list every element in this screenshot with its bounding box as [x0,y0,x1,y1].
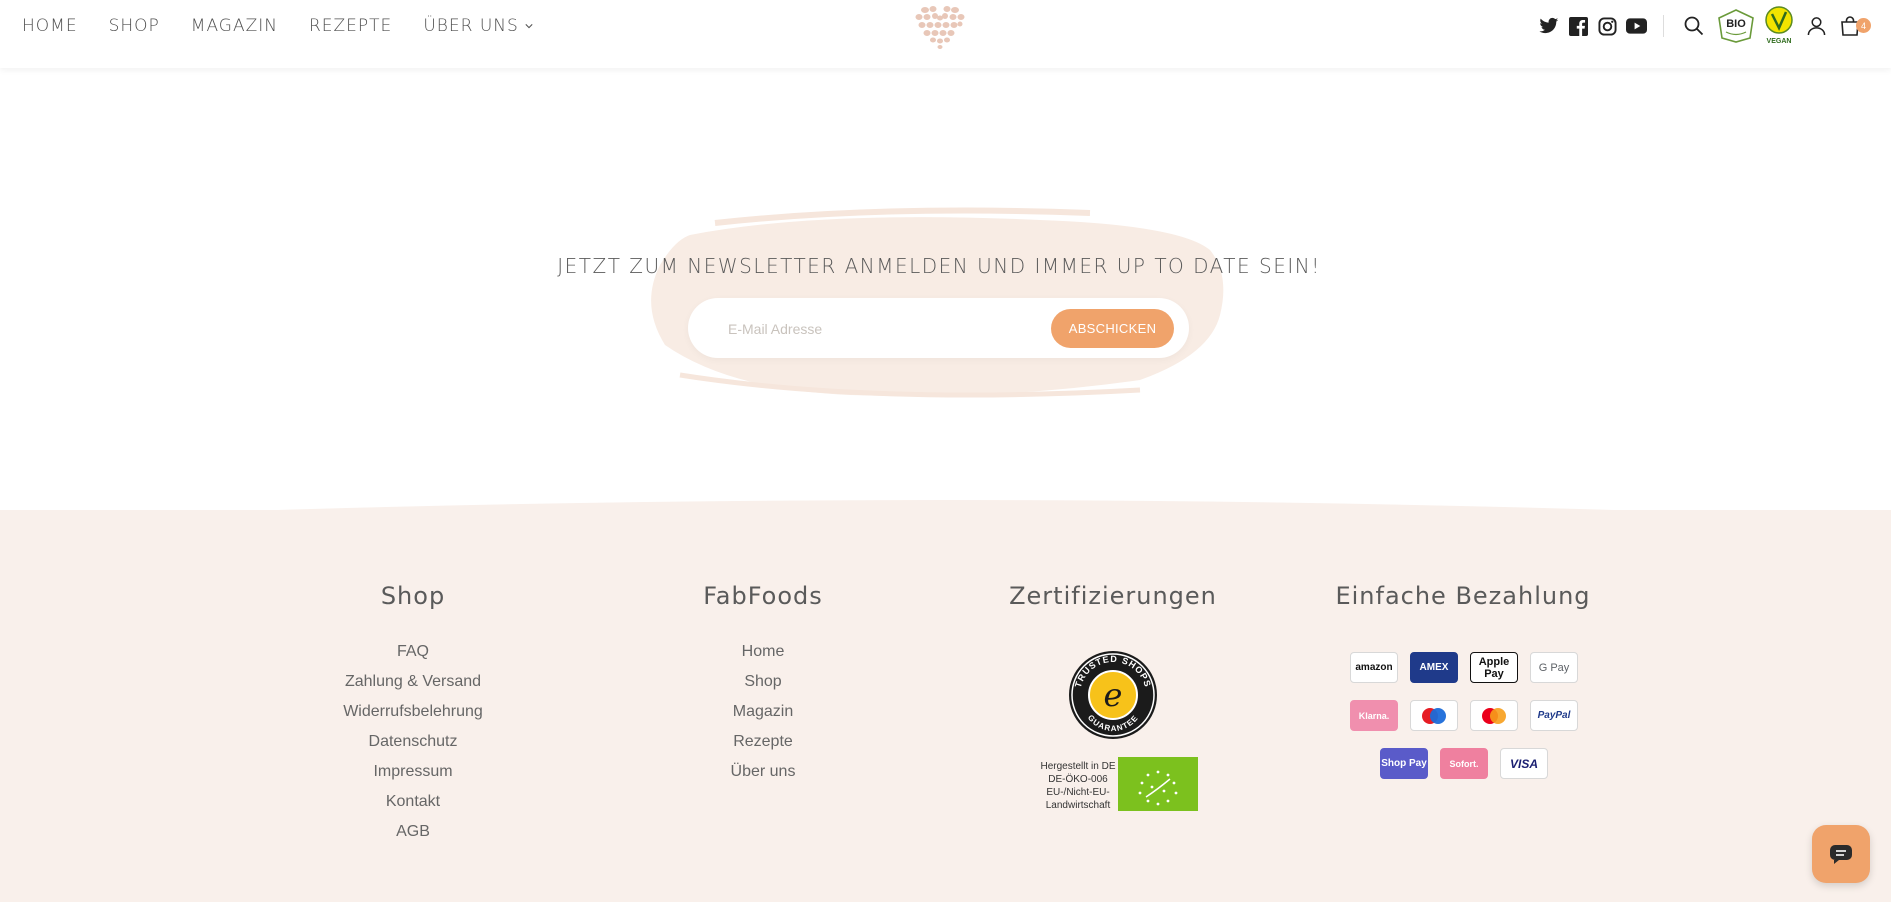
footer-fabfoods-links: Home Shop Magazin Rezepte Über uns [650,637,876,787]
footer-link-faq[interactable]: FAQ [300,637,526,667]
amex-icon: AMEX [1410,652,1458,683]
sofort-icon: Sofort. [1440,748,1488,779]
bio-badge-text: BIO [1726,18,1746,30]
footer-certifications-column: Zertifizierungen e TRUSTED SHOPS GUARANT… [980,582,1246,811]
footer-link-agb[interactable]: AGB [300,817,526,847]
footer-shop-links: FAQ Zahlung & Versand Widerrufsbelehrung… [300,637,526,847]
klarna-icon: Klarna. [1350,700,1398,731]
instagram-icon[interactable] [1596,15,1618,37]
cart-count-badge: 4 [1856,18,1871,33]
eco-line: Hergestellt in DE [1040,761,1116,772]
newsletter-submit-button[interactable]: ABSCHICKEN [1051,309,1174,348]
mastercard-logo-icon [1482,707,1506,724]
footer-fabfoods-title: FabFoods [703,582,823,610]
footer-link-home[interactable]: Home [650,637,876,667]
mastercard-icon [1470,700,1518,731]
newsletter-email-input[interactable] [726,316,1030,342]
chat-button[interactable] [1812,825,1870,883]
shop-pay-icon: Shop Pay [1380,748,1428,779]
youtube-icon[interactable] [1625,15,1647,37]
eu-organic-leaf-logo [1118,757,1198,811]
header-icons: BIO VEGAN 4 [1531,0,1891,52]
nav-magazin[interactable]: MAGAZIN [191,16,278,36]
footer-link-datenschutz[interactable]: Datenschutz [300,727,526,757]
facebook-icon[interactable] [1567,15,1589,37]
footer-link-kontakt[interactable]: Kontakt [300,787,526,817]
nav-shop[interactable]: SHOP [109,16,160,36]
bio-badge: BIO [1718,9,1754,43]
main-nav: HOME SHOP MAGAZIN REZEPTE ÜBER UNS [22,0,564,52]
payment-icons-grid: amazon AMEX Apple Pay G Pay Klarna. PayP… [1344,652,1584,796]
nav-ueber-uns[interactable]: ÜBER UNS [423,16,533,36]
footer-shop-column: Shop FAQ Zahlung & Versand Widerrufsbele… [300,582,526,847]
footer-link-ueber-uns[interactable]: Über uns [650,757,876,787]
maestro-logo-icon [1422,707,1446,724]
footer-link-impressum[interactable]: Impressum [300,757,526,787]
payment-row: amazon AMEX Apple Pay G Pay [1344,652,1584,683]
search-icon[interactable] [1683,15,1705,37]
paypal-icon: PayPal [1530,700,1578,731]
header-divider [1663,15,1664,37]
site-header: HOME SHOP MAGAZIN REZEPTE ÜBER UNS BIO V… [0,0,1891,68]
footer-payment-title: Einfache Bezahlung [1335,582,1591,610]
eco-line: DE-ÖKO-006 [1048,774,1108,785]
payment-row: Shop Pay Sofort. VISA [1344,748,1584,779]
visa-icon: VISA [1500,748,1548,779]
eco-line: EU-/Nicht-EU- [1046,787,1110,798]
nav-home[interactable]: HOME [22,16,78,36]
footer-link-rezepte[interactable]: Rezepte [650,727,876,757]
footer-link-widerrufsbelehrung[interactable]: Widerrufsbelehrung [300,697,526,727]
footer-shop-title: Shop [380,582,446,610]
footer-link-shop[interactable]: Shop [650,667,876,697]
apple-pay-icon: Apple Pay [1470,652,1518,683]
footer-fabfoods-column: FabFoods Home Shop Magazin Rezepte Über … [650,582,876,787]
newsletter-form: ABSCHICKEN [688,298,1189,358]
vegan-badge-text: VEGAN [1767,38,1792,45]
account-icon[interactable] [1805,15,1827,37]
trusted-shops-seal[interactable]: e TRUSTED SHOPS GUARANTEE [1068,650,1158,740]
logo-heart[interactable] [913,4,967,50]
nav-ueber-uns-label: ÜBER UNS [423,16,519,36]
footer-link-magazin[interactable]: Magazin [650,697,876,727]
chat-icon [1830,845,1852,864]
eco-line: Landwirtschaft [1045,800,1111,811]
vegan-badge: VEGAN [1765,6,1793,45]
nav-rezepte[interactable]: REZEPTE [309,16,392,36]
newsletter-title: JETZT ZUM NEWSLETTER ANMELDEN UND IMMER … [557,254,1321,278]
footer-payment-column: Einfache Bezahlung amazon AMEX Apple Pay… [1330,582,1596,779]
chevron-down-icon [525,24,533,29]
svg-text:e: e [1104,676,1123,714]
footer-certifications-title: Zertifizierungen [1009,582,1217,610]
footer-link-zahlung-versand[interactable]: Zahlung & Versand [300,667,526,697]
twitter-icon[interactable] [1538,15,1560,37]
site-footer: Shop FAQ Zahlung & Versand Widerrufsbele… [0,510,1891,902]
google-pay-icon: G Pay [1530,652,1578,683]
payment-row: Klarna. PayPal [1344,700,1584,731]
eu-organic-text: Hergestellt in DE DE-ÖKO-006 EU-/Nicht-E… [1028,760,1128,812]
maestro-icon [1410,700,1458,731]
amazon-pay-icon: amazon [1350,652,1398,683]
